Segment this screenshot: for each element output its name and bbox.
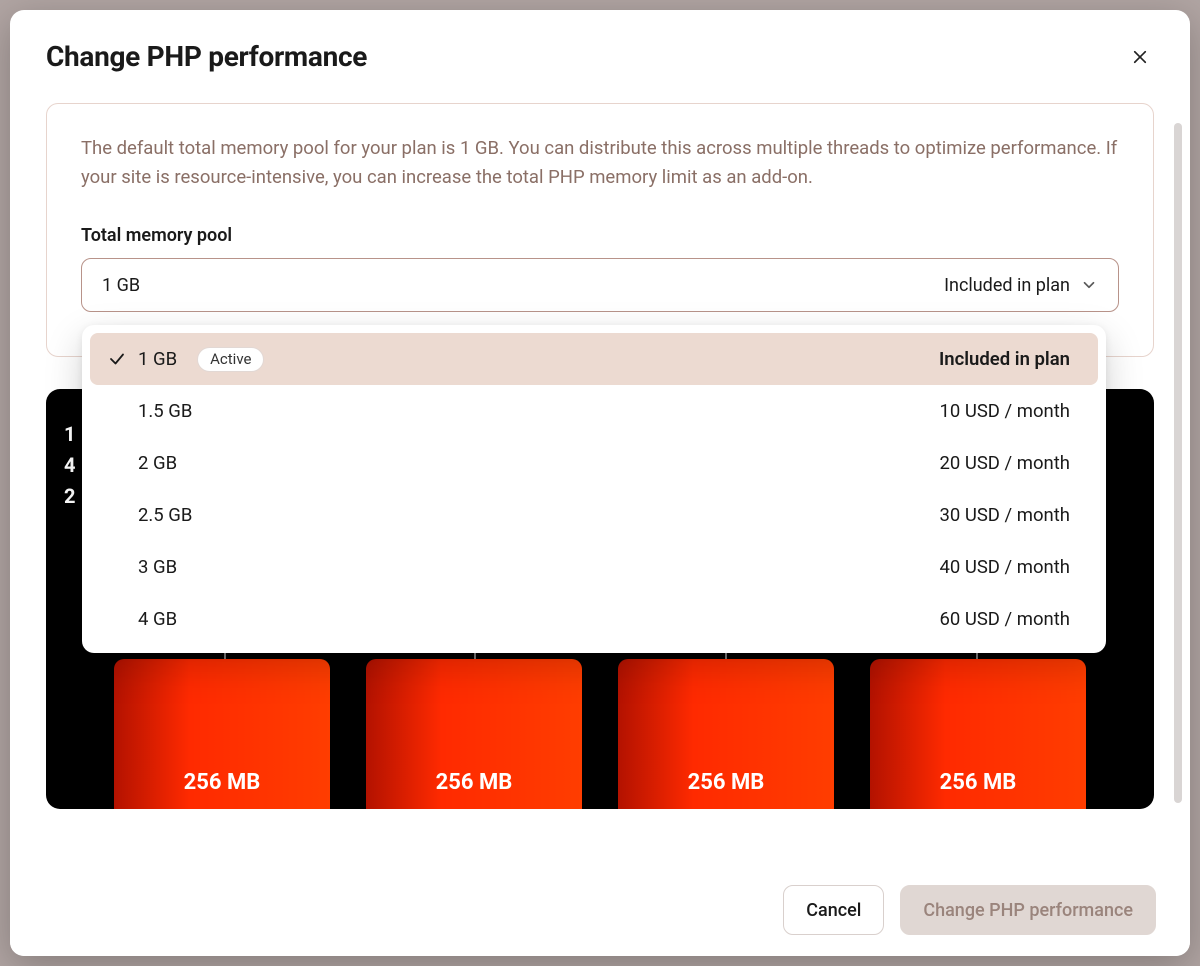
info-text: The default total memory pool for your p… bbox=[81, 134, 1119, 191]
modal-footer: Cancel Change PHP performance bbox=[10, 864, 1190, 956]
scrollbar[interactable] bbox=[1174, 123, 1182, 826]
active-badge: Active bbox=[197, 347, 264, 372]
option-label: 4 GB bbox=[138, 608, 177, 630]
scrollbar-thumb[interactable] bbox=[1174, 123, 1182, 803]
thread-memory: 256 MB bbox=[184, 770, 261, 795]
thread-card: 256 MB bbox=[870, 659, 1086, 809]
memory-option-1-5gb[interactable]: 1.5 GB 10 USD / month bbox=[90, 385, 1098, 437]
modal-title: Change PHP performance bbox=[46, 40, 367, 73]
memory-pool-select[interactable]: 1 GB Included in plan bbox=[81, 258, 1119, 312]
modal-change-php-performance: Change PHP performance The default total… bbox=[10, 10, 1190, 956]
option-label: 1 GB bbox=[138, 348, 177, 370]
memory-pool-dropdown: 1 GB Active Included in plan 1.5 GB 10 U… bbox=[82, 325, 1106, 653]
field-label-total-memory-pool: Total memory pool bbox=[81, 225, 1119, 246]
thread-card: 256 MB bbox=[114, 659, 330, 809]
option-label: 1.5 GB bbox=[138, 400, 192, 422]
thread-memory: 256 MB bbox=[940, 770, 1017, 795]
option-price: 60 USD / month bbox=[939, 608, 1070, 630]
option-price: Included in plan bbox=[939, 348, 1070, 370]
chevron-down-icon bbox=[1080, 276, 1098, 294]
diagram-meta: 1 4 2 bbox=[64, 419, 76, 512]
memory-option-4gb[interactable]: 4 GB 60 USD / month bbox=[90, 593, 1098, 645]
diagram-meta-line: 2 bbox=[64, 481, 76, 512]
thread-card: 256 MB bbox=[366, 659, 582, 809]
thread-memory: 256 MB bbox=[688, 770, 765, 795]
diagram-meta-line: 1 bbox=[64, 419, 76, 450]
check-icon bbox=[108, 350, 126, 368]
diagram-threads: 256 MB 256 MB 256 MB 256 MB bbox=[114, 659, 1086, 809]
option-price: 30 USD / month bbox=[939, 504, 1070, 526]
select-value: 1 GB bbox=[102, 275, 140, 296]
close-button[interactable] bbox=[1126, 43, 1154, 71]
memory-option-3gb[interactable]: 3 GB 40 USD / month bbox=[90, 541, 1098, 593]
option-label: 2 GB bbox=[138, 452, 177, 474]
memory-option-2-5gb[interactable]: 2.5 GB 30 USD / month bbox=[90, 489, 1098, 541]
option-label: 2.5 GB bbox=[138, 504, 192, 526]
close-icon bbox=[1131, 48, 1149, 66]
thread-memory: 256 MB bbox=[436, 770, 513, 795]
info-card: The default total memory pool for your p… bbox=[46, 103, 1154, 357]
cancel-button[interactable]: Cancel bbox=[783, 885, 884, 935]
thread-card: 256 MB bbox=[618, 659, 834, 809]
memory-option-1gb[interactable]: 1 GB Active Included in plan bbox=[90, 333, 1098, 385]
memory-option-2gb[interactable]: 2 GB 20 USD / month bbox=[90, 437, 1098, 489]
select-right-group: Included in plan bbox=[944, 275, 1098, 296]
option-price: 40 USD / month bbox=[939, 556, 1070, 578]
modal-scroll-area: The default total memory pool for your p… bbox=[18, 103, 1182, 956]
change-php-performance-button[interactable]: Change PHP performance bbox=[900, 885, 1156, 935]
modal-body: The default total memory pool for your p… bbox=[10, 103, 1190, 956]
option-price: 10 USD / month bbox=[939, 400, 1070, 422]
select-note: Included in plan bbox=[944, 275, 1070, 296]
diagram-meta-line: 4 bbox=[64, 450, 76, 481]
option-label: 3 GB bbox=[138, 556, 177, 578]
modal-header: Change PHP performance bbox=[10, 10, 1190, 103]
option-price: 20 USD / month bbox=[939, 452, 1070, 474]
